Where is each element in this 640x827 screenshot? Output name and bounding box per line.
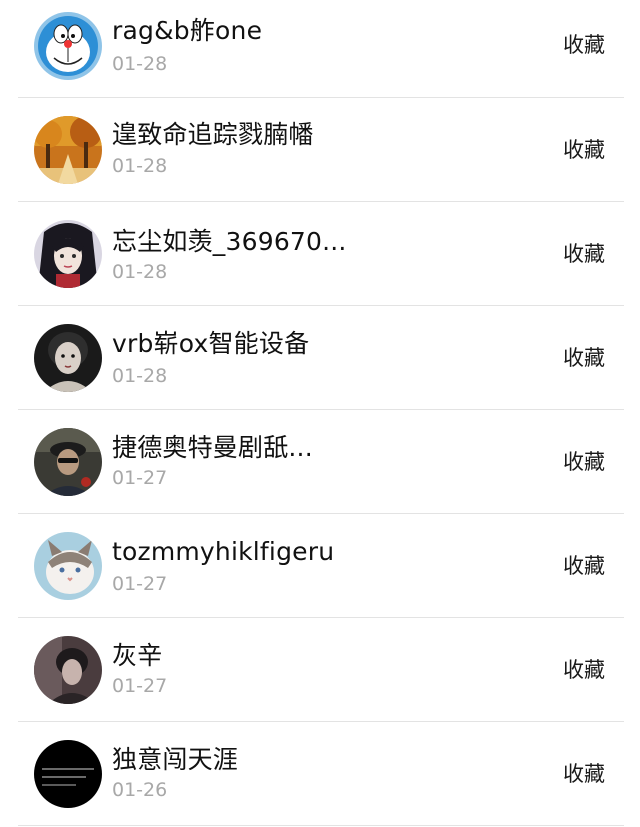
contact-date: 01-27 — [112, 675, 168, 697]
man-with-hat-avatar[interactable] — [34, 428, 102, 496]
list-item[interactable]: 捷德奥特曼剧舐... 01-27 收藏 — [0, 410, 640, 514]
contact-date: 01-28 — [112, 155, 168, 177]
collect-button[interactable]: 收藏 — [563, 760, 605, 788]
contact-date: 01-28 — [112, 53, 168, 75]
black-text-avatar[interactable] — [34, 740, 102, 808]
contact-name: 忘尘如羡_369670... — [112, 227, 347, 256]
contact-name: 捷德奥特曼剧舐... — [112, 433, 313, 462]
collect-button[interactable]: 收藏 — [563, 240, 605, 268]
anime-character-avatar[interactable] — [34, 220, 102, 288]
contact-date: 01-28 — [112, 261, 168, 283]
collect-button[interactable]: 收藏 — [563, 136, 605, 164]
contact-name: 独意闯天涯 — [112, 745, 239, 774]
contact-name: 灰辛 — [112, 641, 163, 670]
list-item[interactable]: tozmmyhiklfigeru 01-27 收藏 — [0, 514, 640, 618]
list-item[interactable]: 忘尘如羡_369670... 01-28 收藏 — [0, 202, 640, 306]
contact-date: 01-27 — [112, 573, 168, 595]
woman-portrait-avatar[interactable] — [34, 324, 102, 392]
contact-date: 01-28 — [112, 365, 168, 387]
collect-button[interactable]: 收藏 — [563, 448, 605, 476]
list-item[interactable]: vrb崭ox智能设备 01-28 收藏 — [0, 306, 640, 410]
row-divider — [18, 825, 624, 826]
collect-button[interactable]: 收藏 — [563, 344, 605, 372]
cat-avatar[interactable] — [34, 532, 102, 600]
collect-button[interactable]: 收藏 — [563, 552, 605, 580]
dark-portrait-avatar[interactable] — [34, 636, 102, 704]
contact-name: 遑致命追踪戮腩幡 — [112, 120, 314, 149]
contact-date: 01-27 — [112, 467, 168, 489]
contact-date: 01-26 — [112, 779, 168, 801]
contact-name: tozmmyhiklfigeru — [112, 537, 335, 566]
autumn-forest-avatar[interactable] — [34, 116, 102, 184]
collect-button[interactable]: 收藏 — [563, 656, 605, 684]
doraemon-avatar[interactable] — [34, 12, 102, 80]
contact-name: rag&b舴one — [112, 16, 263, 45]
list-item[interactable]: 独意闯天涯 01-26 收藏 — [0, 722, 640, 826]
collect-button[interactable]: 收藏 — [563, 31, 605, 59]
list-item[interactable]: 灰辛 01-27 收藏 — [0, 618, 640, 722]
contact-name: vrb崭ox智能设备 — [112, 329, 310, 358]
list-item[interactable]: 遑致命追踪戮腩幡 01-28 收藏 — [0, 98, 640, 202]
list-item[interactable]: rag&b舴one 01-28 收藏 — [0, 0, 640, 98]
